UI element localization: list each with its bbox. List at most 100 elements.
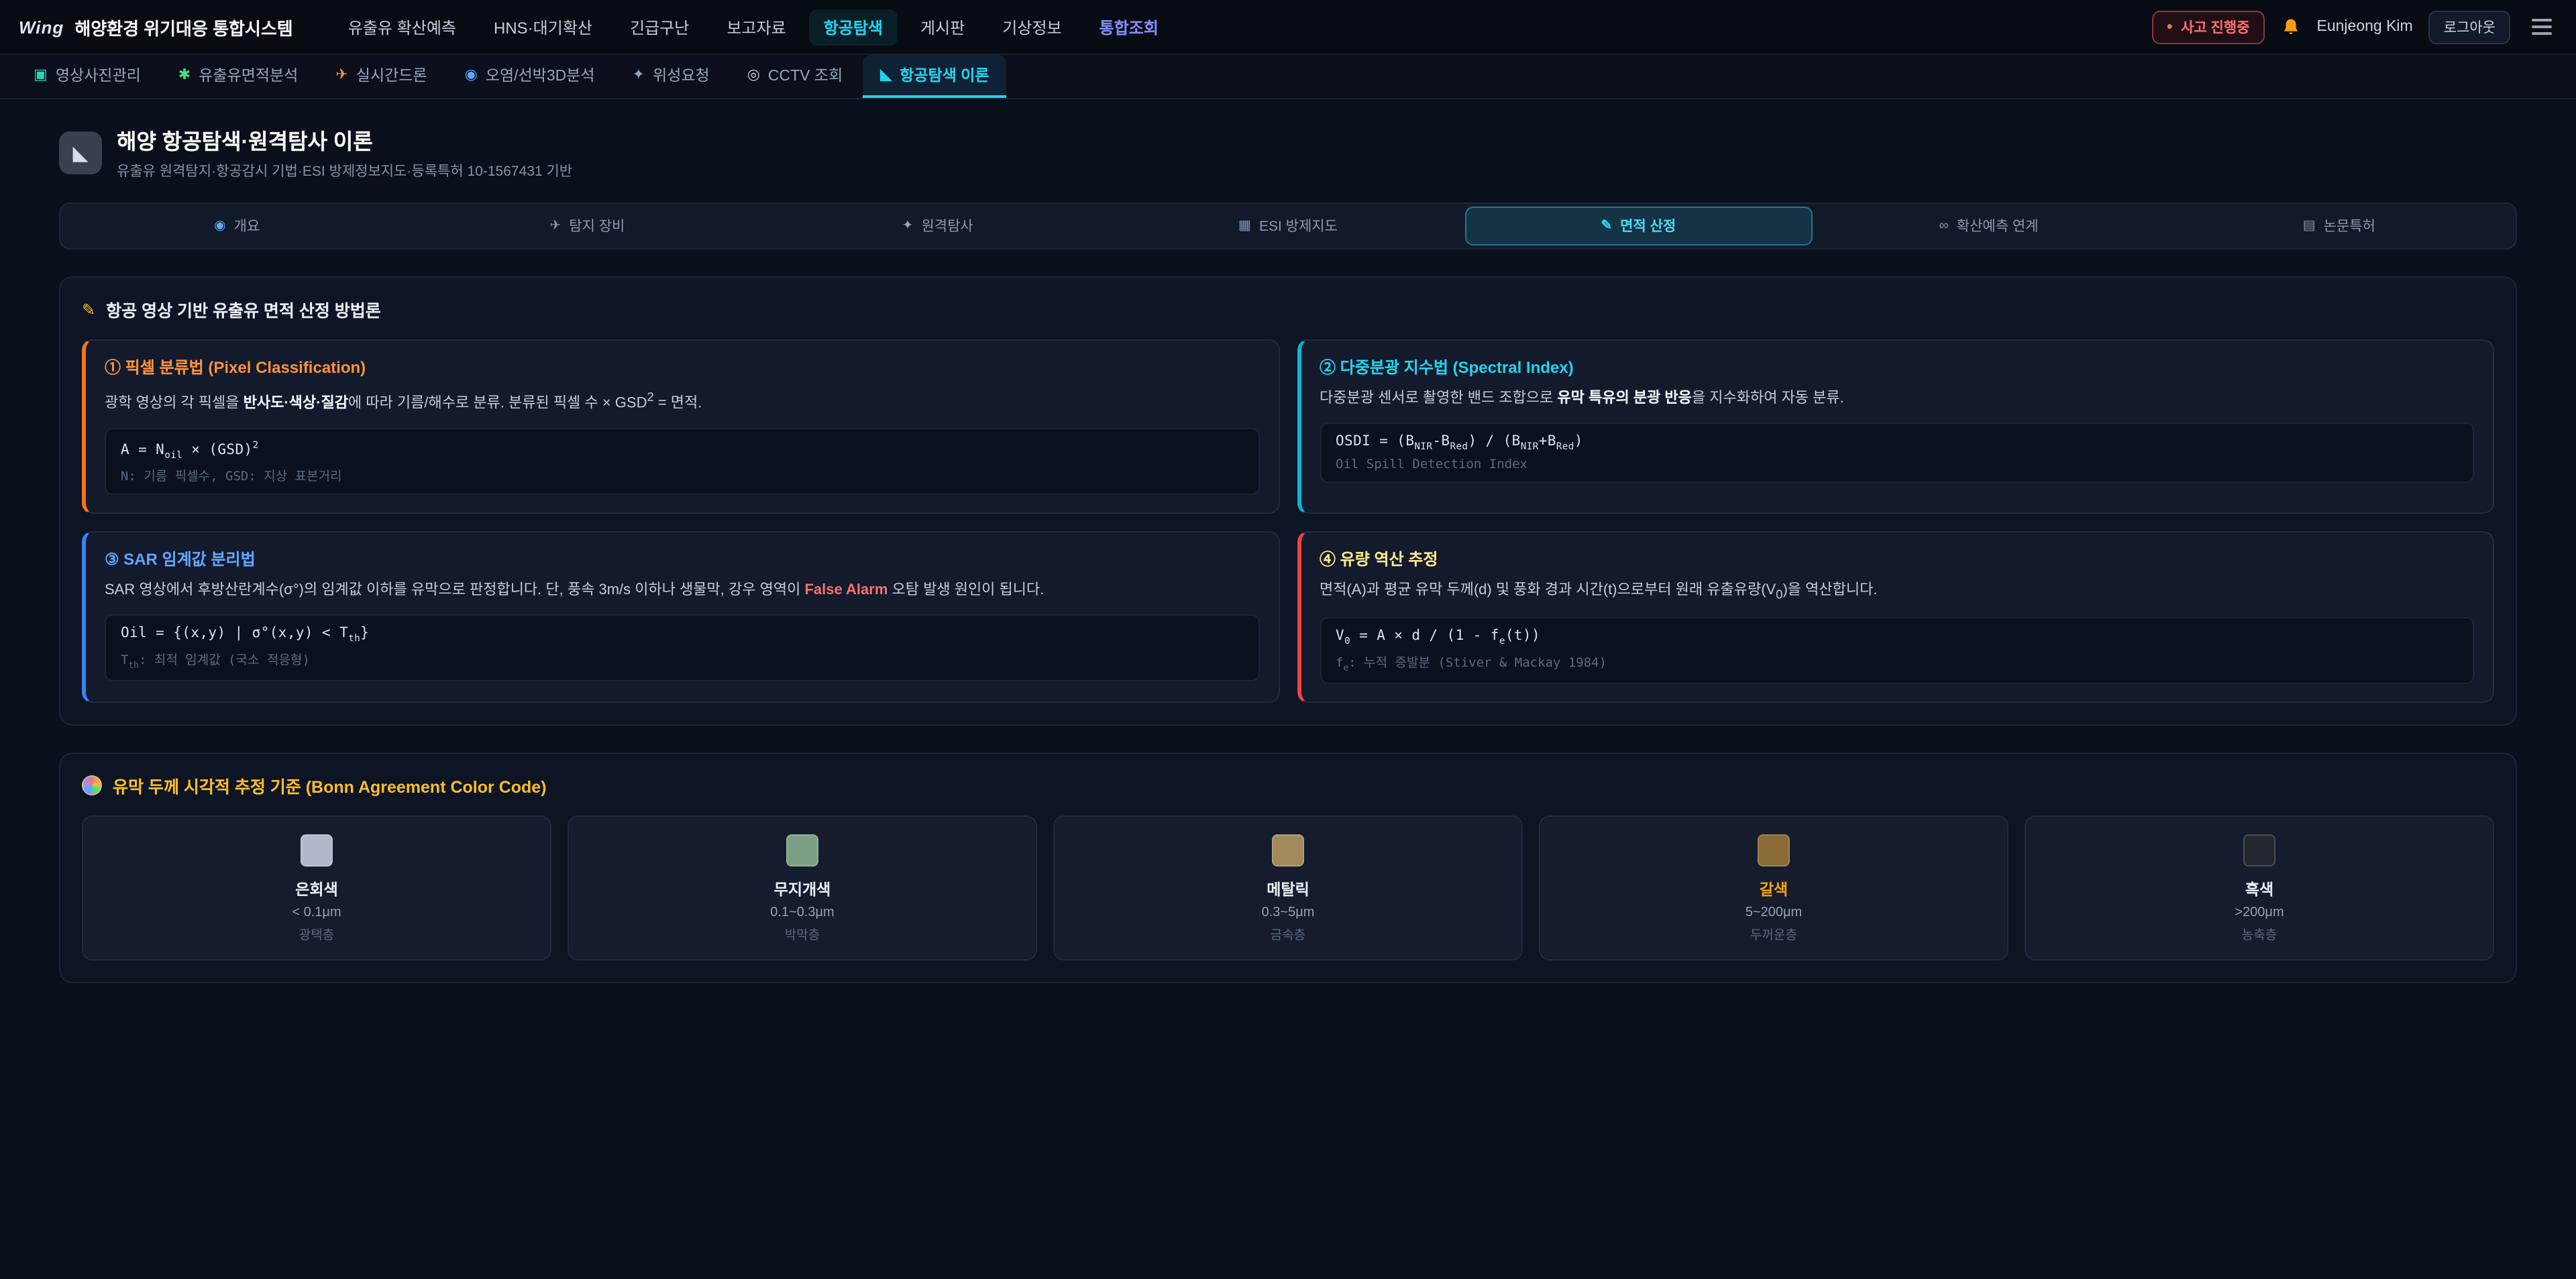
nav-item-hns-diffusion[interactable]: HNS·대기확산: [479, 9, 607, 45]
tab-label: ESI 방제지도: [1259, 216, 1338, 236]
subtab-aerial-theory[interactable]: ◣ 항공탐색 이론: [863, 55, 1006, 98]
tab-diffusion-link[interactable]: ∞ 확산예측 연계: [1815, 207, 2162, 245]
bonn-swatch-rainbow: 무지개색 0.1~0.3μm 박막층: [568, 815, 1037, 960]
swatch-range: 5~200μm: [1554, 905, 1994, 920]
theory-icon: ◣: [880, 68, 892, 82]
bonn-swatch-metallic: 메탈릭 0.3~5μm 금속층: [1053, 815, 1523, 960]
method-card-body: 면적(A)과 평균 유막 두께(d) 및 풍화 경과 시간(t)으로부터 원래 …: [1320, 580, 2474, 605]
subtab-label: 오염/선박3D분석: [486, 64, 595, 86]
nav-item-reports[interactable]: 보고자료: [712, 9, 800, 45]
swatch-caption: 광택층: [97, 924, 537, 942]
method-card-sar-threshold: ③ SAR 임계값 분리법 SAR 영상에서 후방산란계수(σ°)의 임계값 이…: [82, 532, 1279, 703]
theory-tab-bar: ◉ 개요 ✈ 탐지 장비 ✦ 원격탐사 ▦ ESI 방제지도 ✎ 면적 산정 ∞…: [59, 203, 2517, 249]
method-card-body: 다중분광 센서로 촬영한 밴드 조합으로 유막 특유의 분광 반응을 지수화하여…: [1320, 388, 2474, 410]
method-card-title: ④ 유량 역산 추정: [1320, 548, 2474, 571]
palette-icon: [82, 775, 102, 795]
subtab-area-analysis[interactable]: ✱ 유출유면적분석: [161, 55, 316, 98]
color-swatch: [786, 834, 818, 866]
area-methodology-panel: ✎ 항공 영상 기반 유출유 면적 산정 방법론 ① 픽셀 분류법 (Pixel…: [59, 276, 2517, 725]
remote-sensing-icon: ✦: [902, 219, 914, 233]
sub-nav-bar: ▣ 영상사진관리 ✱ 유출유면적분석 ✈ 실시간드론 ◉ 오염/선박3D분석 ✦…: [0, 55, 2576, 99]
subtab-label: 위성요청: [653, 64, 710, 86]
alert-dot-icon: ●: [2166, 21, 2173, 32]
page-subtitle: 유출유 원격탐지·항공감시 기법·ESI 방제정보지도·등록특허 10-1567…: [117, 161, 572, 181]
methodology-section-header: ✎ 항공 영상 기반 유출유 면적 산정 방법론: [82, 296, 2494, 322]
formula: A = Noil × (GSD)2: [121, 438, 1243, 460]
brand: Wing 해양환경 위기대응 통합시스템: [19, 14, 293, 40]
app-title: 해양환경 위기대응 통합시스템: [74, 14, 292, 40]
logout-button[interactable]: 로그아웃: [2429, 10, 2510, 44]
tab-label: 확산예측 연계: [1957, 216, 2039, 236]
subtab-image-management[interactable]: ▣ 영상사진관리: [16, 55, 158, 98]
overview-icon: ◉: [214, 219, 225, 233]
formula-note: Tth: 최적 임계값 (국소 적응형): [121, 650, 1243, 671]
tab-detection-equipment[interactable]: ✈ 탐지 장비: [413, 207, 761, 245]
incident-status-label: 사고 진행중: [2181, 17, 2249, 37]
theory-page-icon: ◣: [59, 131, 102, 174]
subtab-ship-3d-analysis[interactable]: ◉ 오염/선박3D분석: [447, 55, 612, 98]
formula-block: Oil = {(x,y) | σ°(x,y) < Tth} Tth: 최적 임계…: [105, 615, 1259, 682]
hamburger-icon[interactable]: [2526, 13, 2557, 40]
nav-item-board[interactable]: 게시판: [906, 9, 979, 45]
tab-label: 탐지 장비: [569, 216, 625, 236]
area-calc-icon: ✎: [1601, 219, 1612, 233]
bell-icon[interactable]: [2281, 17, 2301, 37]
swatch-name: 갈색: [1554, 878, 1994, 899]
subtab-label: 영상사진관리: [56, 64, 141, 86]
tab-remote-sensing[interactable]: ✦ 원격탐사: [764, 207, 1112, 245]
bonn-color-code-panel: 유막 두께 시각적 추정 기준 (Bonn Agreement Color Co…: [59, 752, 2517, 983]
bonn-section-title: 유막 두께 시각적 추정 기준 (Bonn Agreement Color Co…: [113, 772, 547, 797]
method-card-body: SAR 영상에서 후방산란계수(σ°)의 임계값 이하를 유막으로 판정합니다.…: [105, 580, 1259, 603]
swatch-range: 0.3~5μm: [1068, 905, 1508, 920]
bonn-swatch-brown: 갈색 5~200μm 두꺼운층: [1539, 815, 2008, 960]
formula: Oil = {(x,y) | σ°(x,y) < Tth}: [121, 626, 1243, 645]
tab-label: 원격탐사: [921, 216, 973, 236]
bonn-grid: 은회색 < 0.1μm 광택층 무지개색 0.1~0.3μm 박막층 메탈릭 0…: [82, 815, 2494, 960]
method-card-title: ② 다중분광 지수법 (Spectral Index): [1320, 355, 2474, 378]
formula-block: V0 = A × d / (1 - fe(t)) fe: 누적 증발분 (Sti…: [1320, 616, 2474, 683]
methods-grid: ① 픽셀 분류법 (Pixel Classification) 광학 영상의 각…: [82, 339, 2494, 702]
analysis-icon: ✱: [178, 68, 191, 82]
ship-3d-icon: ◉: [465, 68, 478, 82]
method-card-pixel-classification: ① 픽셀 분류법 (Pixel Classification) 광학 영상의 각…: [82, 339, 1279, 514]
tab-label: 논문특허: [2324, 216, 2375, 236]
cctv-icon: ◎: [747, 68, 760, 82]
subtab-label: CCTV 조회: [768, 64, 843, 86]
tab-overview[interactable]: ◉ 개요: [63, 207, 411, 245]
subtab-cctv-view[interactable]: ◎ CCTV 조회: [730, 55, 861, 98]
app-viewport: Wing 해양환경 위기대응 통합시스템 유출유 확산예측 HNS·대기확산 긴…: [0, 0, 2576, 1279]
main-content: ◣ 해양 항공탐색·원격탐사 이론 유출유 원격탐지·항공감시 기법·ESI 방…: [0, 123, 2576, 983]
nav-item-integrated-search[interactable]: 통합조회: [1085, 9, 1173, 45]
swatch-name: 흑색: [2039, 878, 2479, 899]
tab-area-calculation[interactable]: ✎ 면적 산정: [1464, 207, 1812, 245]
diffusion-link-icon: ∞: [1939, 219, 1949, 233]
formula-block: OSDI = (BNIR-BRed) / (BNIR+BRed) Oil Spi…: [1320, 423, 2474, 483]
app-logo: Wing: [19, 17, 64, 37]
swatch-name: 메탈릭: [1068, 878, 1508, 899]
swatch-range: 0.1~0.3μm: [582, 905, 1022, 920]
tab-label: 개요: [234, 216, 260, 236]
top-nav-bar: Wing 해양환경 위기대응 통합시스템 유출유 확산예측 HNS·대기확산 긴…: [0, 0, 2576, 55]
formula-block: A = Noil × (GSD)2 N: 기름 픽셀수, GSD: 지상 표본거…: [105, 427, 1259, 495]
incident-status-badge[interactable]: ● 사고 진행중: [2151, 10, 2264, 44]
method-card-spectral-index: ② 다중분광 지수법 (Spectral Index) 다중분광 센서로 촬영한…: [1297, 339, 2494, 514]
nav-item-weather[interactable]: 기상정보: [987, 9, 1076, 45]
nav-item-emergency-rescue[interactable]: 긴급구난: [615, 9, 704, 45]
page-title: 해양 항공탐색·원격탐사 이론: [117, 123, 572, 156]
tab-papers-patents[interactable]: ▤ 논문특허: [2165, 207, 2513, 245]
page-header: ◣ 해양 항공탐색·원격탐사 이론 유출유 원격탐지·항공감시 기법·ESI 방…: [59, 123, 2517, 181]
nav-item-spill-prediction[interactable]: 유출유 확산예측: [333, 9, 471, 45]
swatch-range: >200μm: [2039, 905, 2479, 920]
subtab-label: 유출유면적분석: [199, 64, 298, 86]
nav-item-aerial-search[interactable]: 항공탐색: [809, 9, 898, 45]
subtab-satellite-request[interactable]: ✦ 위성요청: [615, 55, 727, 98]
subtab-realtime-drone[interactable]: ✈ 실시간드론: [318, 55, 444, 98]
tab-esi-map[interactable]: ▦ ESI 방제지도: [1114, 207, 1462, 245]
satellite-icon: ✦: [633, 68, 645, 82]
subtab-label: 항공탐색 이론: [900, 64, 989, 86]
swatch-name: 은회색: [97, 878, 537, 899]
subtab-label: 실시간드론: [356, 64, 427, 86]
method-card-volume-inversion: ④ 유량 역산 추정 면적(A)과 평균 유막 두께(d) 및 풍화 경과 시간…: [1297, 532, 2494, 703]
bonn-swatch-silver-gray: 은회색 < 0.1μm 광택층: [82, 815, 551, 960]
bonn-section-header: 유막 두께 시각적 추정 기준 (Bonn Agreement Color Co…: [82, 772, 2494, 797]
